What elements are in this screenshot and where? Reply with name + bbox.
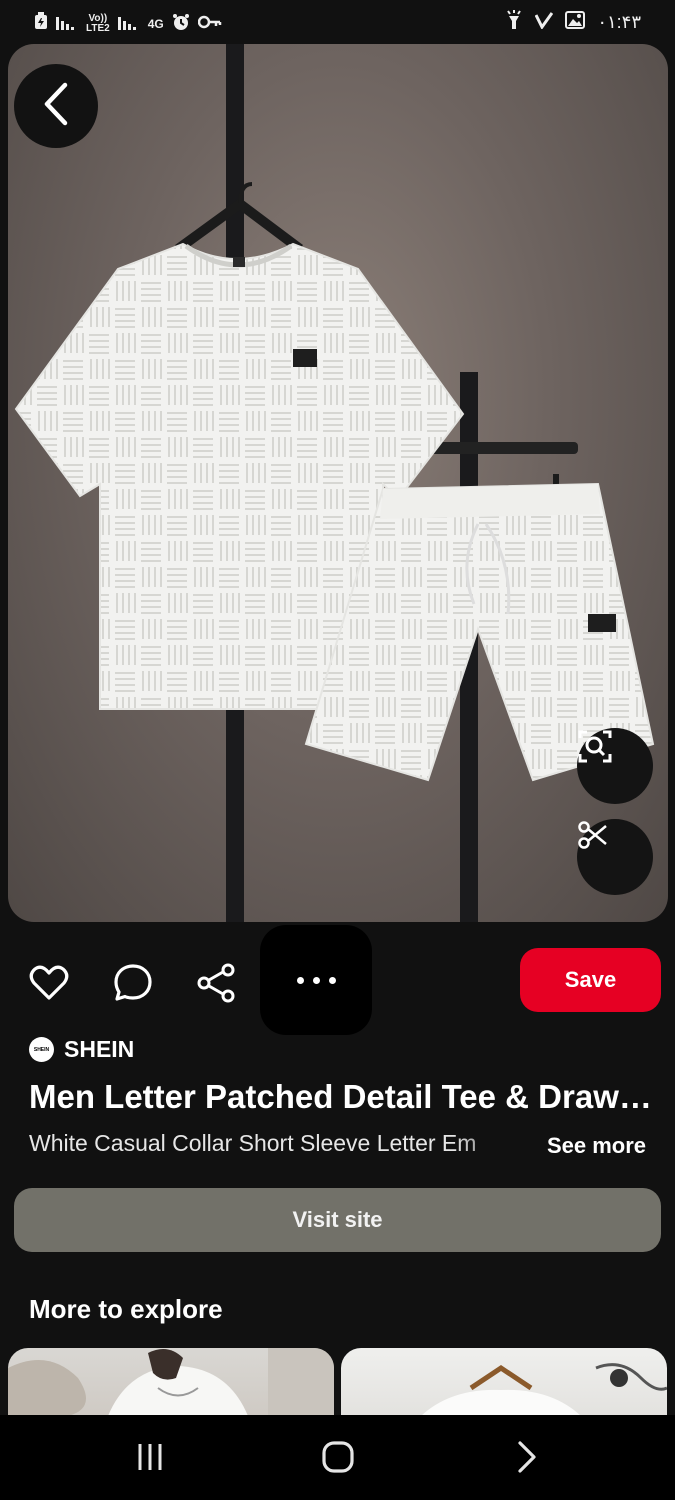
explore-thumbnail[interactable] <box>341 1348 667 1416</box>
status-bar: Vo)) LTE2 4G ۰۱:۴۳ <box>0 0 675 46</box>
check-icon <box>534 11 554 34</box>
recents-button[interactable] <box>120 1437 180 1481</box>
more-horizontal-icon <box>296 976 336 984</box>
nav-back-button[interactable] <box>497 1437 557 1481</box>
source-logo: SHEIN <box>29 1037 54 1062</box>
chevron-left-icon <box>41 82 71 131</box>
save-button[interactable]: Save <box>520 948 661 1012</box>
data-type: 4G <box>147 16 164 31</box>
like-button[interactable] <box>27 963 71 1007</box>
network-label: Vo)) LTE2 <box>86 12 110 34</box>
alarm-icon <box>172 13 190 34</box>
more-to-explore-heading: More to explore <box>29 1294 223 1324</box>
back-button[interactable] <box>14 64 98 148</box>
pin-image[interactable] <box>8 44 668 922</box>
battery-saver-icon <box>34 12 48 35</box>
share-icon <box>195 962 237 1009</box>
signal-icon <box>117 14 140 33</box>
visual-search-button[interactable] <box>577 728 653 804</box>
pin-actions: Save <box>0 925 675 1035</box>
key-icon <box>197 15 222 32</box>
system-nav-bar <box>0 1415 675 1500</box>
heart-icon <box>29 965 69 1006</box>
pin-title: Men Letter Patched Detail Tee & Drawstri… <box>29 1078 654 1115</box>
home-button[interactable] <box>308 1437 368 1481</box>
see-more-link[interactable]: See more <box>547 1133 646 1159</box>
more-button[interactable] <box>260 925 372 1035</box>
pin-description: White Casual Collar Short Sleeve Letter … <box>29 1130 477 1156</box>
status-left: Vo)) LTE2 4G <box>34 12 222 35</box>
explore-thumbnail-image <box>421 1363 667 1416</box>
nav-back-icon <box>516 1440 538 1479</box>
share-button[interactable] <box>194 963 238 1007</box>
status-time: ۰۱:۴۳ <box>597 12 641 32</box>
crop-button[interactable] <box>577 819 653 895</box>
source-name[interactable]: SHEIN <box>64 1036 134 1063</box>
explore-thumbnail[interactable] <box>8 1348 334 1416</box>
recents-icon <box>135 1442 165 1477</box>
comment-icon <box>113 963 153 1008</box>
image-icon <box>565 11 586 34</box>
product-photo <box>14 44 655 922</box>
visit-site-button[interactable]: Visit site <box>14 1188 661 1252</box>
signal-icon <box>56 14 78 33</box>
status-right: ۰۱:۴۳ <box>505 10 641 35</box>
network-label-top: Vo)) <box>88 12 108 24</box>
comment-button[interactable] <box>111 963 155 1007</box>
network-label-bottom: LTE2 <box>86 22 110 34</box>
pin-description-row: White Casual Collar Short Sleeve Letter … <box>29 1130 654 1164</box>
explore-thumbnail-image <box>8 1348 334 1416</box>
pin-source[interactable]: SHEIN SHEIN <box>29 1036 134 1063</box>
home-icon <box>321 1440 355 1479</box>
flashlight-icon <box>505 10 523 35</box>
